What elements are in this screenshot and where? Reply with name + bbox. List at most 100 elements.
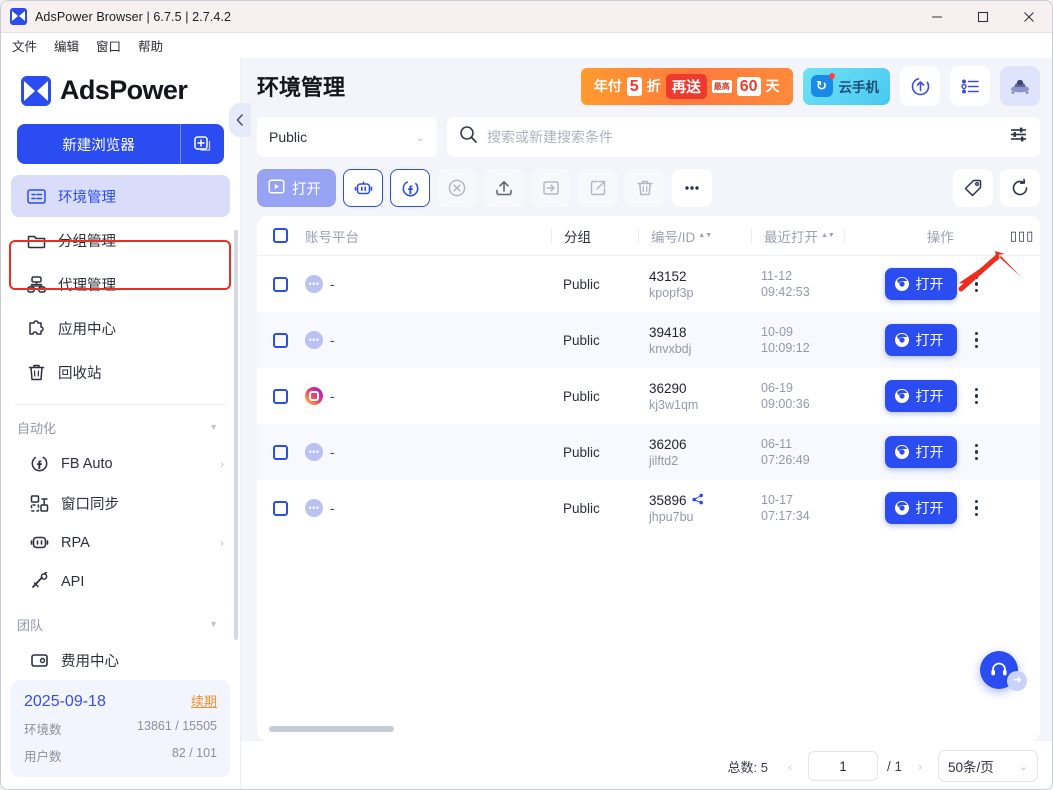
prev-page-button[interactable]: ‹: [781, 759, 799, 774]
row-checkbox[interactable]: [257, 388, 303, 404]
table-row[interactable]: ••• - Public 36206 jilftd2 06-11 07:26:4…: [257, 424, 1040, 480]
upload-button[interactable]: [484, 169, 524, 207]
cloud-phone-button[interactable]: ↻ 云手机: [802, 67, 890, 105]
row-checkbox[interactable]: [257, 500, 303, 516]
sidebar-item-window-sync[interactable]: 窗口同步: [1, 483, 240, 522]
row-actions: 打开: [841, 436, 1040, 468]
row-platform: ••• -: [303, 499, 551, 517]
column-header-last-open[interactable]: 最近打开 ▲▼: [752, 226, 844, 246]
close-browser-button[interactable]: [437, 169, 477, 207]
avatar-ufo-icon[interactable]: [1000, 66, 1040, 106]
row-open-button[interactable]: 打开: [884, 436, 957, 468]
row-open-button[interactable]: 打开: [884, 268, 957, 300]
sidebar-item-profiles[interactable]: 环境管理: [11, 175, 230, 217]
sidebar-group-team-header[interactable]: 团队 ▼: [1, 602, 240, 641]
sidebar-group-automation-header[interactable]: 自动化 ▼: [1, 405, 240, 444]
menu-window[interactable]: 窗口: [96, 36, 121, 55]
renew-link[interactable]: 续期: [191, 691, 217, 710]
row-id: 39418 knvxbdj: [637, 325, 749, 356]
row-id-sub: jilftd2: [649, 453, 679, 468]
sidebar-item-rpa[interactable]: RPA ›: [1, 523, 240, 562]
share-network-icon[interactable]: [691, 493, 704, 508]
row-platform-label: -: [330, 388, 335, 404]
close-icon[interactable]: [1006, 1, 1052, 32]
add-window-icon[interactable]: [180, 124, 224, 164]
sidebar-item-label: 环境管理: [58, 189, 116, 206]
action-toolbar: 打开: [241, 160, 1052, 216]
open-button[interactable]: 打开: [257, 169, 336, 207]
tag-button[interactable]: [953, 169, 993, 207]
page-size-select[interactable]: 50条/页 ⌄: [938, 750, 1038, 782]
next-page-button[interactable]: ›: [911, 759, 929, 774]
group-select[interactable]: Public ⌄: [257, 117, 437, 157]
sidebar-item-apps[interactable]: 应用中心: [11, 307, 230, 349]
update-icon[interactable]: [900, 66, 940, 106]
sidebar-item-proxies[interactable]: 代理管理: [11, 263, 230, 305]
menu-help[interactable]: 帮助: [138, 36, 163, 55]
minimize-icon[interactable]: [914, 1, 960, 32]
row-checkbox[interactable]: [257, 332, 303, 348]
brand-name: AdsPower: [60, 75, 188, 105]
menu-edit[interactable]: 编辑: [54, 36, 79, 55]
column-header-group[interactable]: 分组: [552, 226, 638, 246]
sidebar-item-fb-auto[interactable]: FB Auto ›: [1, 444, 240, 483]
sidebar-item-billing[interactable]: 费用中心: [1, 641, 240, 680]
row-actions: 打开: [841, 492, 1040, 524]
delete-button[interactable]: [625, 169, 665, 207]
promo-banner[interactable]: 年付 5 折 再送 最高 60 天: [580, 67, 793, 105]
row-checkbox[interactable]: [257, 444, 303, 460]
filter-settings-icon[interactable]: [1009, 125, 1028, 149]
sidebar-item-groups[interactable]: 分组管理: [11, 219, 230, 261]
horizontal-scrollbar[interactable]: [269, 726, 394, 732]
row-more-icon[interactable]: [957, 387, 997, 405]
export-button[interactable]: [578, 169, 618, 207]
new-browser-button[interactable]: 新建浏览器: [17, 124, 180, 164]
sort-icon[interactable]: ▲▼: [698, 232, 712, 239]
row-open-button[interactable]: 打开: [884, 324, 957, 356]
row-more-icon[interactable]: [957, 331, 997, 349]
row-open-button[interactable]: 打开: [884, 380, 957, 412]
menu-file[interactable]: 文件: [12, 36, 37, 55]
row-platform: ••• -: [303, 331, 551, 349]
row-more-icon[interactable]: [957, 499, 997, 517]
row-open-button[interactable]: 打开: [884, 492, 957, 524]
rpa-robot-button[interactable]: [343, 169, 383, 207]
sidebar: AdsPower 新建浏览器 环境管理 分组管理 代理管理 应用中心 回收站 自…: [1, 58, 251, 789]
open-button-label: 打开: [292, 181, 321, 198]
row-more-icon[interactable]: [957, 443, 997, 461]
row-id-sub: kj3w1qm: [649, 397, 699, 412]
sidebar-item-recycle[interactable]: 回收站: [11, 351, 230, 393]
import-button[interactable]: [531, 169, 571, 207]
table-row[interactable]: ••• - Public 39418 knvxbdj 10-09 10:09:1…: [257, 312, 1040, 368]
table-row[interactable]: ••• - Public 43152 kpopf3p 11-12 09:42:5…: [257, 256, 1040, 312]
fb-refresh-button[interactable]: [390, 169, 430, 207]
row-checkbox[interactable]: [257, 276, 303, 292]
plan-row-users: 用户数 82 / 101: [24, 746, 217, 765]
headset-support-icon[interactable]: ➜: [980, 651, 1027, 691]
table-row[interactable]: ••• - Public 35896 jhpu7bu 10-17 07:17:3…: [257, 480, 1040, 536]
row-platform-label: -: [330, 332, 335, 348]
search-input[interactable]: [487, 129, 1000, 145]
checklist-icon[interactable]: [950, 66, 990, 106]
refresh-button[interactable]: [1000, 169, 1040, 207]
column-header-id[interactable]: 编号/ID ▲▼: [639, 226, 751, 246]
plan-row-value: 82 / 101: [171, 746, 217, 761]
row-date: 10-09: [761, 325, 793, 339]
row-platform: ••• -: [303, 443, 551, 461]
sidebar-collapse-button[interactable]: [229, 103, 251, 137]
table-row[interactable]: - Public 36290 kj3w1qm 06-19 09:00:36 打开: [257, 368, 1040, 424]
sidebar-scrollbar[interactable]: [234, 230, 238, 640]
app-window: AdsPower Browser | 6.7.5 | 2.7.4.2 文件 编辑…: [0, 0, 1053, 790]
row-more-icon[interactable]: [957, 275, 997, 293]
column-settings-icon[interactable]: ▯▯▯: [1010, 228, 1034, 244]
select-all-checkbox[interactable]: [257, 228, 303, 243]
sort-icon[interactable]: ▲▼: [821, 232, 835, 239]
page-input[interactable]: 1: [807, 751, 878, 781]
sidebar-item-api[interactable]: API: [1, 562, 240, 601]
search-bar[interactable]: [447, 117, 1040, 157]
maximize-icon[interactable]: [960, 1, 1006, 32]
browser-icon: [894, 277, 909, 291]
column-header-platform[interactable]: 账号平台: [303, 226, 551, 246]
more-button[interactable]: [672, 169, 712, 207]
row-id-number: 39418: [649, 324, 687, 340]
